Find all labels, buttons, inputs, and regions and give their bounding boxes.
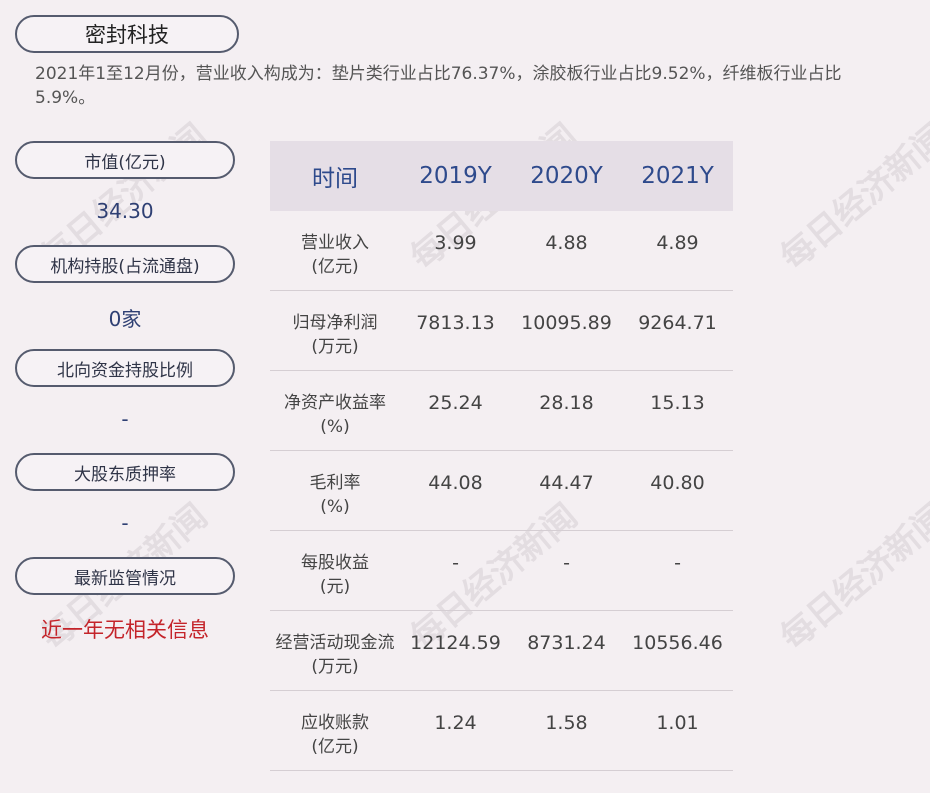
watermark: 每日经济新闻 [773,116,930,279]
cell-2019: 44.08 [428,472,483,494]
company-name-badge: 密封科技 [15,15,239,53]
regulatory-status-value: 近一年无相关信息 [41,618,209,642]
cell-2021: 10556.46 [632,632,723,654]
table-row: 毛利率 (%) 44.08 44.47 40.80 [270,451,733,531]
row-label: 归母净利润 (万元) [292,313,378,357]
row-label: 营业收入 (亿元) [301,233,369,277]
row-label: 毛利率 (%) [309,473,361,517]
cell-2021: 1.01 [656,712,699,734]
revenue-summary: 2021年1至12月份，营业收入构成为：垫片类行业占比76.37%，涂胶板行业占… [35,64,842,108]
northbound-holding-value: - [121,407,129,431]
row-label: 应收账款 (亿元) [301,713,369,757]
header-2021: 2021Y [641,163,714,189]
cell-2019: 25.24 [428,392,483,414]
cell-2019: 3.99 [434,232,477,254]
cell-2021: 40.80 [650,472,705,494]
institutional-holding-value: 0家 [108,307,142,331]
institutional-holding-label: 机构持股(占流通盘) [15,245,235,283]
pledge-ratio-label: 大股东质押率 [15,453,235,491]
cell-2021: 15.13 [650,392,705,414]
header-period: 时间 [312,166,358,192]
watermark: 每日经济新闻 [773,496,930,659]
row-label: 每股收益 (元) [301,553,369,597]
header-2020: 2020Y [530,163,603,189]
table-row: 净资产收益率 (%) 25.24 28.18 15.13 [270,371,733,451]
cell-2021: 9264.71 [638,312,717,334]
cell-2021: - [674,552,681,574]
cell-2019: 1.24 [434,712,477,734]
cell-2020: 4.88 [545,232,588,254]
cell-2021: 4.89 [656,232,699,254]
row-label: 净资产收益率 (%) [284,393,386,437]
pledge-ratio-value: - [121,511,129,535]
market-cap-value: 34.30 [96,199,154,223]
table-row: 经营活动现金流 (万元) 12124.59 8731.24 10556.46 [270,611,733,691]
market-cap-label: 市值(亿元) [15,141,235,179]
financial-table: 时间 2019Y 2020Y 2021Y 营业收入 (亿元) 3.99 4.88 … [270,141,733,771]
header-2019: 2019Y [419,163,492,189]
cell-2020: - [563,552,570,574]
table-header: 时间 2019Y 2020Y 2021Y [270,141,733,211]
table-row: 归母净利润 (万元) 7813.13 10095.89 9264.71 [270,291,733,371]
cell-2020: 8731.24 [527,632,606,654]
table-row: 营业收入 (亿元) 3.99 4.88 4.89 [270,211,733,291]
cell-2020: 44.47 [539,472,594,494]
cell-2019: 12124.59 [410,632,501,654]
cell-2019: 7813.13 [416,312,495,334]
cell-2019: - [452,552,459,574]
cell-2020: 10095.89 [521,312,612,334]
regulatory-status-label: 最新监管情况 [15,557,235,595]
cell-2020: 28.18 [539,392,594,414]
row-label: 经营活动现金流 (万元) [275,633,395,677]
table-row: 应收账款 (亿元) 1.24 1.58 1.01 [270,691,733,771]
table-row: 每股收益 (元) - - - [270,531,733,611]
cell-2020: 1.58 [545,712,588,734]
northbound-holding-label: 北向资金持股比例 [15,349,235,387]
